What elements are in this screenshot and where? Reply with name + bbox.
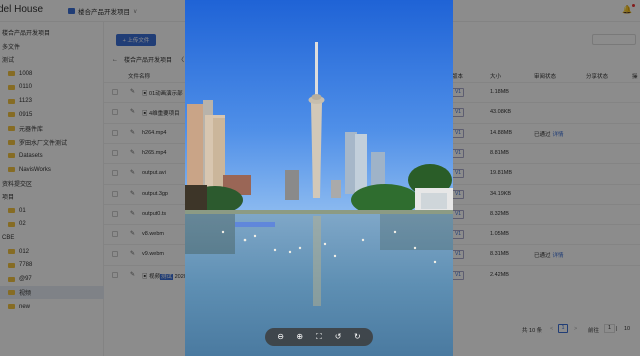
rotate-left-icon[interactable]: ↺ [332, 331, 344, 343]
zoom-out-icon[interactable]: ⊖ [275, 331, 287, 343]
zoom-in-icon[interactable]: ⊕ [294, 331, 306, 343]
image-viewer [185, 0, 453, 356]
rotate-right-icon[interactable]: ↻ [351, 331, 363, 343]
fit-screen-icon[interactable]: ⛶ [313, 331, 325, 343]
viewer-toolbar: ⊖ ⊕ ⛶ ↺ ↻ [265, 328, 373, 346]
preview-image [185, 0, 453, 356]
